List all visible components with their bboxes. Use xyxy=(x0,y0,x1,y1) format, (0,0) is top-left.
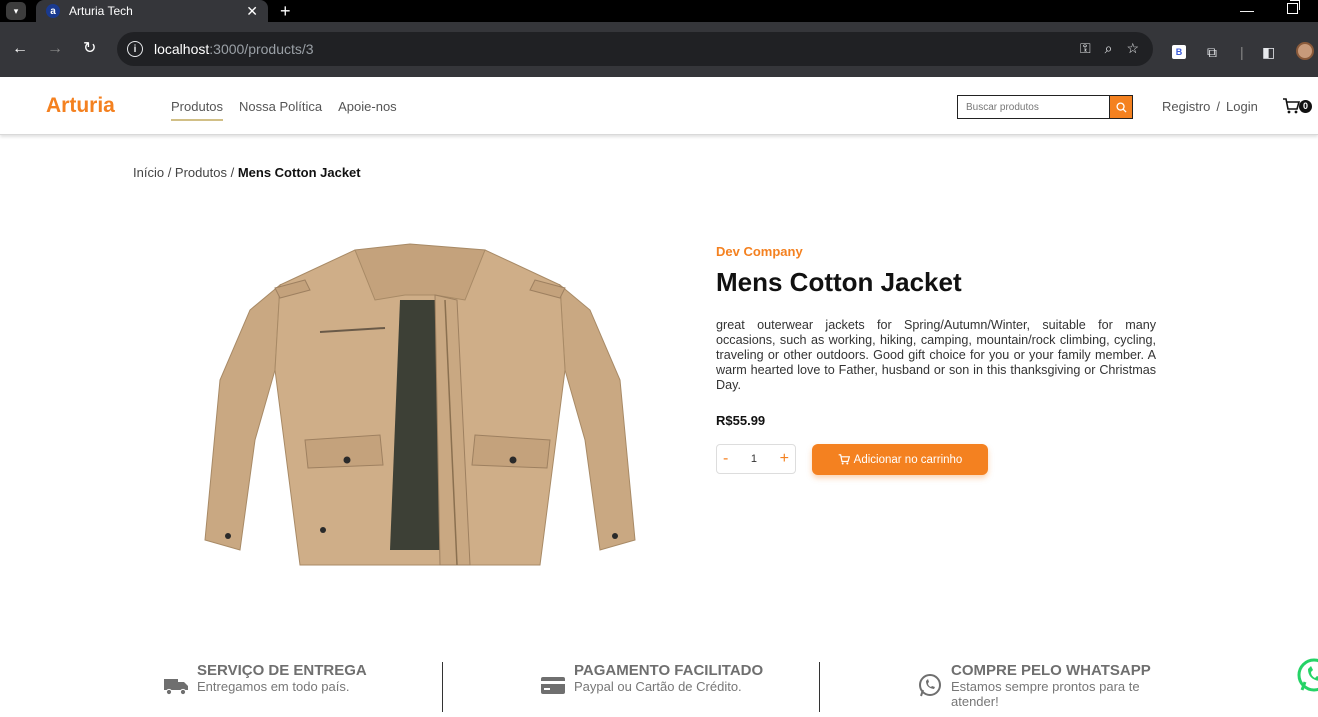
tab-close-icon[interactable]: ✕ xyxy=(246,4,258,18)
register-link[interactable]: Registro xyxy=(1162,99,1210,114)
cart-icon xyxy=(1283,98,1300,114)
add-to-cart-label: Adicionar no carrinho xyxy=(853,453,963,466)
auth-links: Registro / Login xyxy=(1162,99,1258,114)
search-button[interactable] xyxy=(1109,95,1133,119)
add-to-cart-button[interactable]: Adicionar no carrinho xyxy=(812,444,988,475)
product-description: great outerwear jackets for Spring/Autum… xyxy=(716,318,1156,392)
quantity-decrease-button[interactable]: - xyxy=(723,450,728,468)
bookmark-star-icon[interactable]: ☆ xyxy=(1126,40,1139,57)
quantity-value[interactable]: 1 xyxy=(751,453,757,465)
breadcrumb-separator: / xyxy=(164,165,175,180)
main-nav: Produtos Nossa Política Apoie-nos xyxy=(171,99,397,121)
search-box xyxy=(957,95,1133,119)
breadcrumb: Início / Produtos / Mens Cotton Jacket xyxy=(133,165,361,180)
tab-title: Arturia Tech xyxy=(69,4,133,18)
feature-title: PAGAMENTO FACILITADO xyxy=(574,662,764,679)
login-link[interactable]: Login xyxy=(1226,99,1258,114)
feature-subtitle: Estamos sempre prontos para te atender! xyxy=(951,679,1140,709)
browser-tab[interactable]: a Arturia Tech ✕ xyxy=(36,0,268,22)
feature-whatsapp: COMPRE PELO WHATSAPP Estamos sempre pron… xyxy=(917,662,1187,710)
quantity-stepper: - 1 + xyxy=(716,444,796,474)
site-logo[interactable]: Arturia xyxy=(46,94,115,118)
feature-title: SERVIÇO DE ENTREGA xyxy=(197,662,367,679)
feature-divider xyxy=(819,662,820,712)
url-path: :3000/products/3 xyxy=(209,41,314,57)
tab-search-button[interactable]: ▾ xyxy=(6,2,26,20)
side-panel-icon[interactable]: ◧ xyxy=(1262,44,1275,61)
feature-payment: PAGAMENTO FACILITADO Paypal ou Cartão de… xyxy=(540,662,763,710)
credit-card-icon xyxy=(541,677,565,694)
truck-icon xyxy=(164,679,188,696)
favicon-icon: a xyxy=(46,4,60,18)
feature-divider xyxy=(442,662,443,712)
feature-subtitle: Entregamos em todo país. xyxy=(197,679,350,694)
nav-nossa-politica[interactable]: Nossa Política xyxy=(239,99,322,121)
minimize-icon[interactable]: — xyxy=(1240,2,1254,18)
breadcrumb-current: Mens Cotton Jacket xyxy=(237,165,361,180)
extension-b-icon[interactable]: B xyxy=(1172,45,1186,59)
site-info-icon[interactable]: i xyxy=(127,41,143,57)
url-host: localhost xyxy=(154,41,210,57)
auth-separator: / xyxy=(1216,99,1221,114)
nav-apoie-nos[interactable]: Apoie-nos xyxy=(338,99,397,121)
back-icon[interactable]: ← xyxy=(12,41,28,57)
browser-tabbar: ▾ a Arturia Tech ✕ + — xyxy=(0,0,1318,22)
feature-title: COMPRE PELO WHATSAPP xyxy=(951,662,1151,679)
key-icon[interactable]: ⚿ xyxy=(1080,40,1091,57)
nav-produtos[interactable]: Produtos xyxy=(171,99,224,121)
toolbar-divider: | xyxy=(1240,44,1244,60)
reload-icon[interactable]: ↻ xyxy=(83,41,96,57)
whatsapp-float-icon[interactable] xyxy=(1296,657,1318,693)
product-brand[interactable]: Dev Company xyxy=(716,244,803,259)
quantity-increase-button[interactable]: + xyxy=(780,450,789,468)
cart-button[interactable]: 0 xyxy=(1282,98,1312,114)
product-title: Mens Cotton Jacket xyxy=(716,267,962,297)
address-bar[interactable]: i localhost:3000/products/3 ⚿ ⌕ ☆ xyxy=(117,32,1153,66)
site-header: Arturia Produtos Nossa Política Apoie-no… xyxy=(0,77,1318,135)
search-input[interactable] xyxy=(957,95,1109,119)
search-icon xyxy=(1115,101,1127,113)
cart-count-badge: 0 xyxy=(1299,99,1312,113)
restore-icon[interactable] xyxy=(1287,0,1300,14)
product-image xyxy=(204,243,636,566)
browser-toolbar: ← → ↻ i localhost:3000/products/3 ⚿ ⌕ ☆ … xyxy=(0,22,1318,77)
whatsapp-icon xyxy=(919,674,941,697)
feature-subtitle: Paypal ou Cartão de Crédito. xyxy=(574,679,742,694)
breadcrumb-home[interactable]: Início xyxy=(133,165,164,180)
product-price: R$55.99 xyxy=(716,413,766,428)
new-tab-icon[interactable]: + xyxy=(280,1,291,21)
extensions-puzzle-icon[interactable]: ⧉ xyxy=(1207,44,1217,61)
profile-avatar[interactable] xyxy=(1296,42,1314,60)
forward-icon[interactable]: → xyxy=(47,41,63,57)
breadcrumb-separator: / xyxy=(226,165,238,180)
zoom-icon[interactable]: ⌕ xyxy=(1105,40,1113,57)
cart-icon xyxy=(838,454,850,465)
breadcrumb-products[interactable]: Produtos xyxy=(175,165,227,180)
feature-delivery: SERVIÇO DE ENTREGA Entregamos em todo pa… xyxy=(163,662,367,710)
